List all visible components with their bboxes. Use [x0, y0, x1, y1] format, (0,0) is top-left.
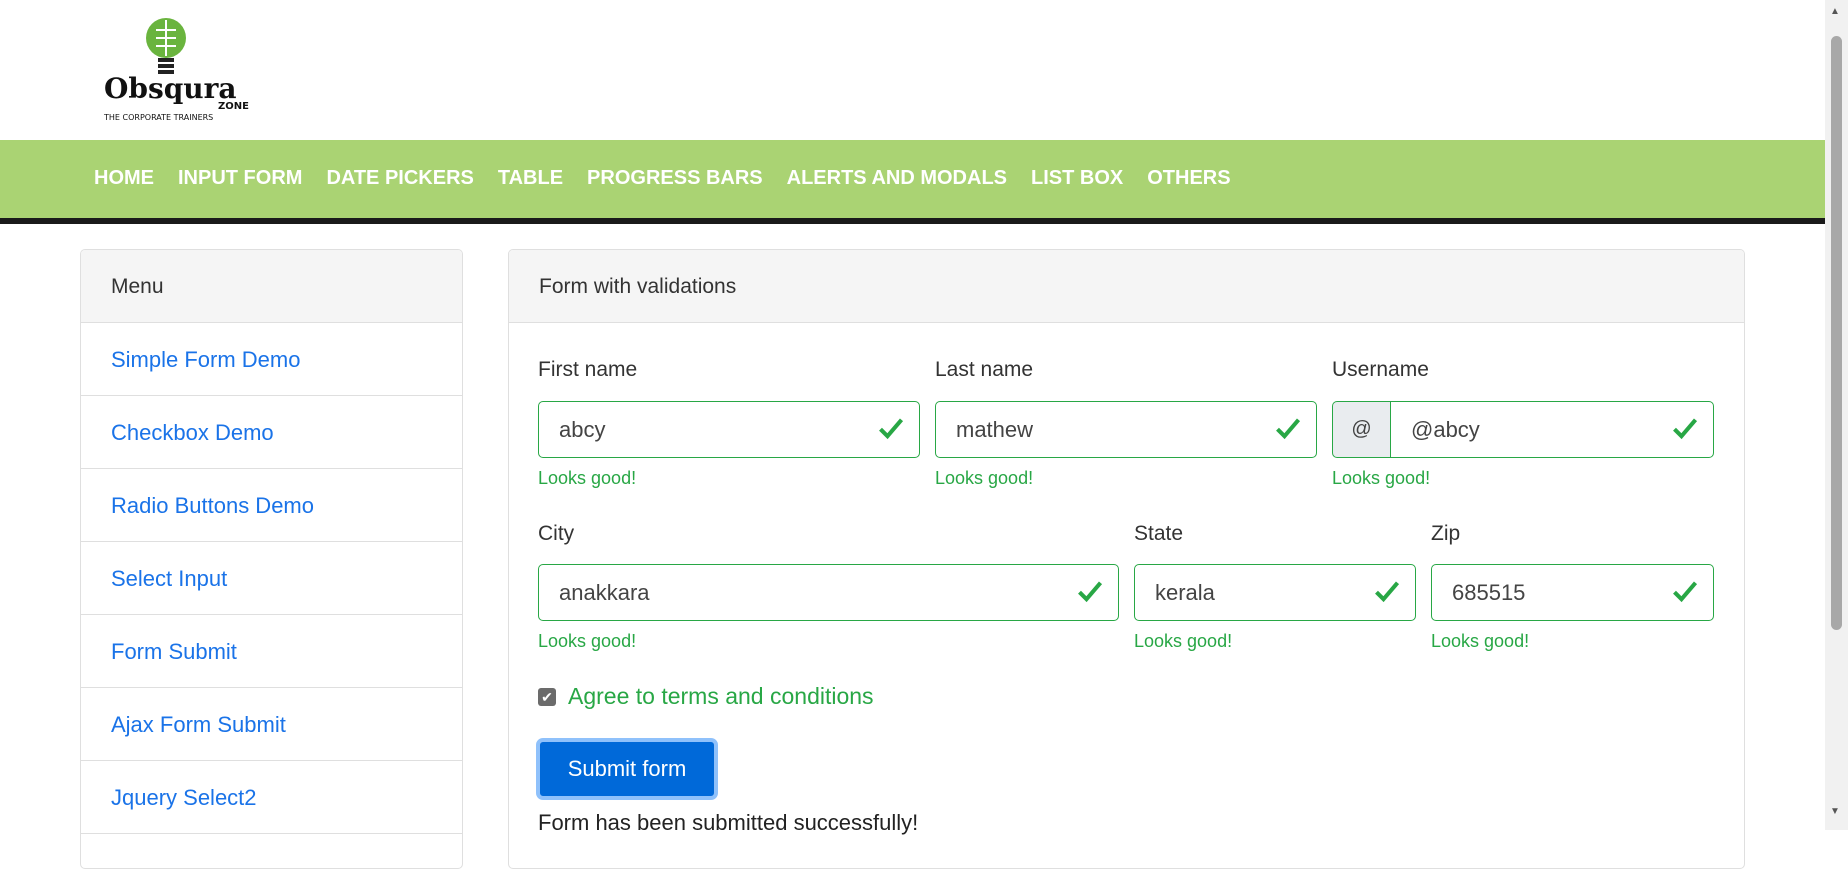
check-icon [1078, 581, 1103, 603]
sidebar-item-checkbox[interactable]: Checkbox Demo [81, 396, 462, 469]
first-name-value: abcy [559, 417, 606, 442]
last-name-label: Last name [935, 358, 1034, 381]
username-input[interactable]: @abcy [1390, 401, 1714, 458]
state-feedback: Looks good! [1134, 631, 1233, 651]
first-name-input[interactable]: abcy [538, 401, 920, 458]
scrollbar-thumb[interactable] [1831, 36, 1842, 630]
zip-value: 685515 [1452, 580, 1526, 605]
svg-text:Obsqura: Obsqura [104, 72, 237, 105]
last-name-input[interactable]: mathew [935, 401, 1317, 458]
username-prefix: @ [1332, 401, 1391, 458]
sidebar-item-ajax-form[interactable]: Ajax Form Submit [81, 688, 462, 761]
agree-label[interactable]: Agree to terms and conditions [568, 683, 874, 710]
username-value: @abcy [1411, 417, 1480, 442]
city-input[interactable]: anakkara [538, 564, 1119, 621]
sidebar-item-simple-form[interactable]: Simple Form Demo [81, 323, 462, 396]
state-label: State [1134, 522, 1184, 545]
sidebar-item-select2[interactable]: Jquery Select2 [81, 761, 462, 834]
sidebar-item-radio[interactable]: Radio Buttons Demo [81, 469, 462, 542]
nav-home[interactable]: HOME [94, 167, 154, 190]
state-input[interactable]: kerala [1134, 564, 1416, 621]
zip-input[interactable]: 685515 [1431, 564, 1714, 621]
last-name-feedback: Looks good! [935, 468, 1034, 488]
sidebar-title: Menu [81, 250, 462, 323]
city-label: City [538, 522, 575, 545]
form-title: Form with validations [509, 250, 1744, 323]
svg-text:THE CORPORATE TRAINERS: THE CORPORATE TRAINERS [103, 113, 213, 122]
nav-table[interactable]: TABLE [498, 167, 563, 190]
nav-list-box[interactable]: LIST BOX [1031, 167, 1123, 190]
first-name-label: First name [538, 358, 638, 381]
scroll-down-icon[interactable]: ▼ [1830, 806, 1840, 817]
submit-form-button[interactable]: Submit form [536, 738, 718, 800]
sidebar-menu: Menu Simple Form Demo Checkbox Demo Radi… [80, 249, 463, 869]
zip-feedback: Looks good! [1431, 631, 1530, 651]
success-message: Form has been submitted successfully! [538, 810, 919, 835]
check-icon [1673, 418, 1698, 440]
svg-text:ZONE: ZONE [218, 101, 249, 112]
username-label: Username [1332, 358, 1429, 381]
first-name-feedback: Looks good! [538, 468, 637, 488]
check-icon [879, 418, 904, 440]
nav-input-form[interactable]: INPUT FORM [178, 167, 302, 190]
state-value: kerala [1155, 580, 1215, 605]
sidebar-item-select-input[interactable]: Select Input [81, 542, 462, 615]
agree-checkbox[interactable]: ✔ [538, 688, 556, 706]
check-icon [1673, 581, 1698, 603]
check-icon [1375, 581, 1400, 603]
zip-label: Zip [1431, 522, 1461, 545]
top-nav: HOME INPUT FORM DATE PICKERS TABLE PROGR… [0, 140, 1825, 224]
check-icon [1276, 418, 1301, 440]
obsqura-logo[interactable]: Obsqura ZONE THE CORPORATE TRAINERS [100, 16, 252, 124]
scroll-up-icon[interactable]: ▲ [1830, 6, 1840, 17]
last-name-value: mathew [956, 417, 1034, 442]
nav-date-pickers[interactable]: DATE PICKERS [326, 167, 473, 190]
nav-others[interactable]: OTHERS [1147, 167, 1230, 190]
nav-progress-bars[interactable]: PROGRESS BARS [587, 167, 763, 190]
sidebar-item-form-submit[interactable]: Form Submit [81, 615, 462, 688]
username-feedback: Looks good! [1332, 468, 1431, 488]
nav-alerts-modals[interactable]: ALERTS AND MODALS [787, 167, 1007, 190]
city-feedback: Looks good! [538, 631, 637, 651]
city-value: anakkara [559, 580, 650, 605]
